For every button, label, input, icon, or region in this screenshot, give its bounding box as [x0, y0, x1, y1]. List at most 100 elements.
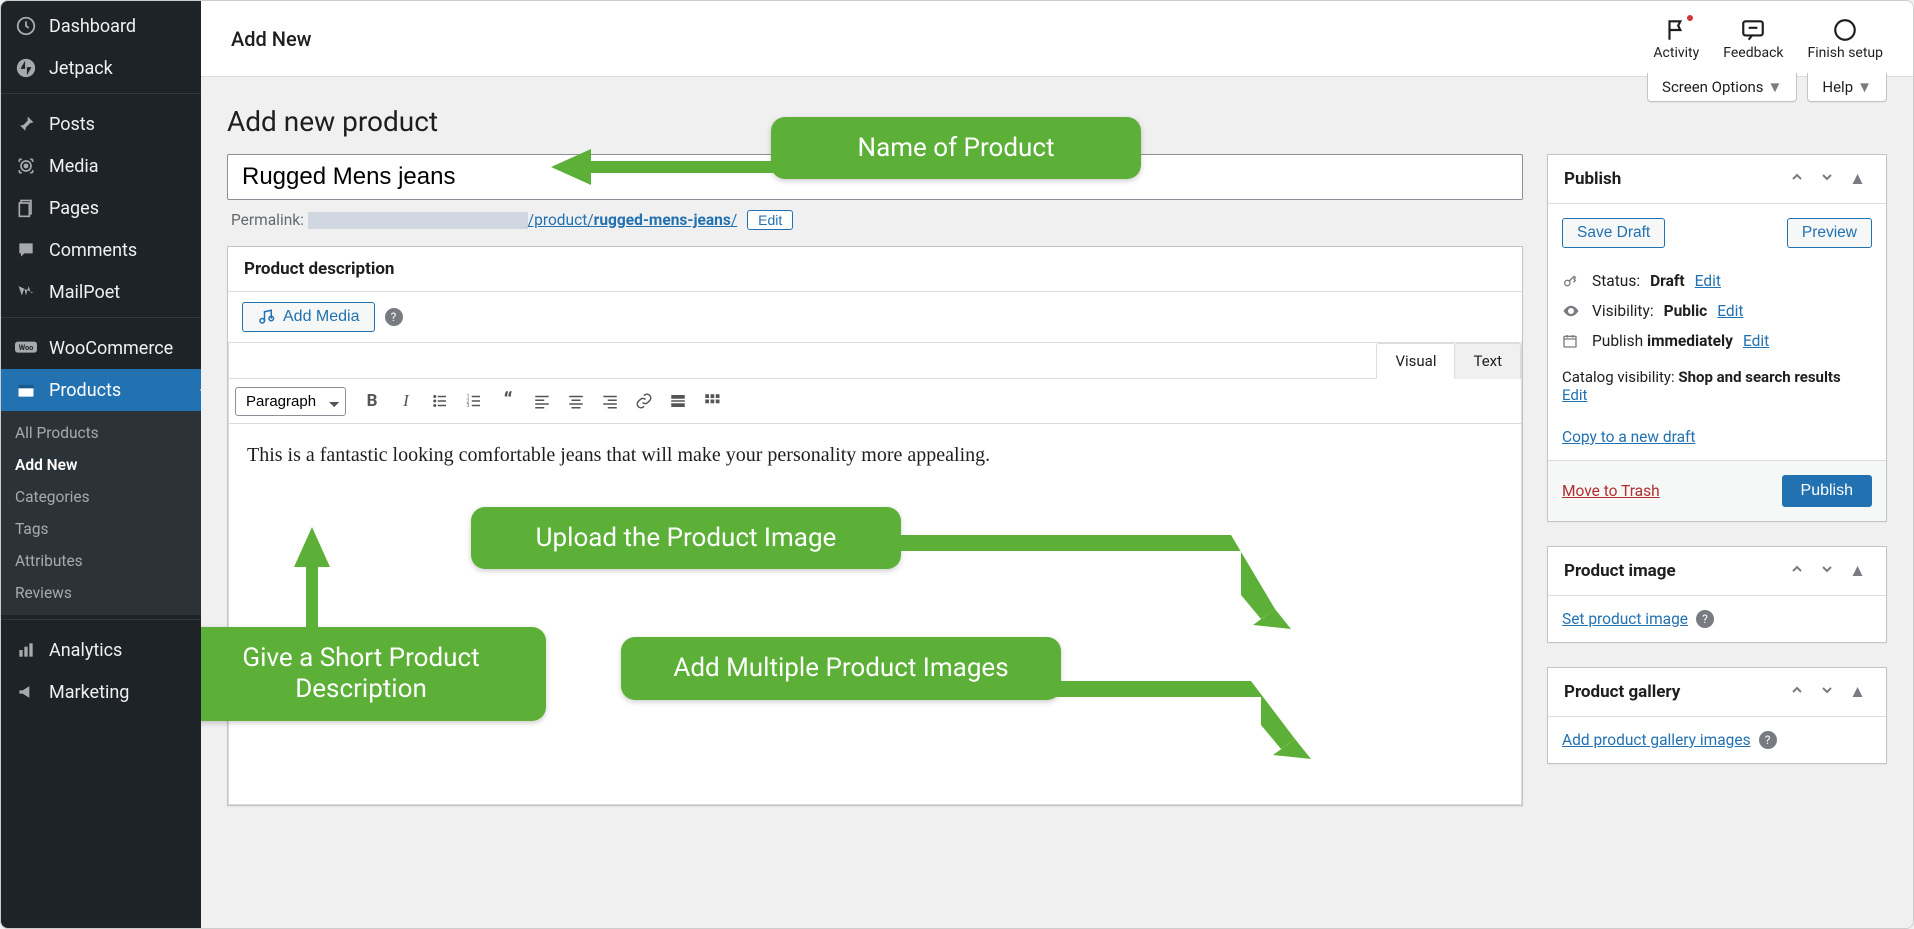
topbar-action-label: Activity [1653, 45, 1699, 61]
align-left-button[interactable] [526, 385, 558, 417]
flag-icon [1663, 17, 1689, 43]
sidebar-item-analytics[interactable]: Analytics [1, 629, 201, 671]
bullet-list-button[interactable] [424, 385, 456, 417]
chevron-up-icon[interactable] [1785, 167, 1809, 191]
paragraph-select[interactable]: Paragraph [235, 387, 346, 416]
callout-name-of-product: Name of Product [771, 117, 1141, 179]
toolbar-toggle-button[interactable] [696, 385, 728, 417]
sidebar-item-label: Jetpack [49, 58, 113, 79]
product-gallery-box: Product gallery ▲ Add product gallery im… [1547, 667, 1887, 764]
collapse-icon[interactable]: ▲ [1845, 167, 1870, 191]
sidebar-sub-categories[interactable]: Categories [1, 481, 201, 513]
bold-button[interactable]: B [356, 385, 388, 417]
chat-icon [1740, 17, 1766, 43]
mailpoet-icon [15, 281, 37, 303]
align-center-button[interactable] [560, 385, 592, 417]
sidebar-item-media[interactable]: Media [1, 145, 201, 187]
align-right-button[interactable] [594, 385, 626, 417]
callout-short-description: Give a Short Product Description [201, 627, 546, 721]
topbar-finish-setup[interactable]: Finish setup [1808, 17, 1884, 61]
chevron-up-icon[interactable] [1785, 559, 1809, 583]
sidebar-sub-attributes[interactable]: Attributes [1, 545, 201, 577]
publish-button[interactable]: Publish [1782, 475, 1872, 507]
sidebar-sub-reviews[interactable]: Reviews [1, 577, 201, 609]
add-gallery-images-link[interactable]: Add product gallery images [1562, 731, 1751, 749]
sidebar-sub-all-products[interactable]: All Products [1, 417, 201, 449]
chevron-down-icon[interactable] [1815, 559, 1839, 583]
sidebar-item-label: Dashboard [49, 16, 136, 37]
svg-text:Woo: Woo [19, 343, 34, 352]
save-draft-button[interactable]: Save Draft [1562, 218, 1665, 248]
permalink-edit-button[interactable]: Edit [747, 210, 793, 230]
collapse-icon[interactable]: ▲ [1845, 559, 1870, 583]
topbar-feedback[interactable]: Feedback [1723, 17, 1783, 61]
add-media-button[interactable]: Add Media [242, 302, 375, 332]
status-edit-link[interactable]: Edit [1695, 272, 1721, 290]
editor-toolbar: Paragraph B I 123 “ [229, 379, 1521, 424]
admin-sidebar: Dashboard Jetpack Posts Media Pages Comm… [1, 1, 201, 928]
analytics-icon [15, 639, 37, 661]
help-icon[interactable]: ? [1759, 731, 1777, 749]
sidebar-submenu: All Products Add New Categories Tags Att… [1, 411, 201, 615]
screen-options-button[interactable]: Screen Options▼ [1647, 73, 1797, 102]
permalink-row: Permalink: /product/rugged-mens-jeans/ E… [227, 200, 1523, 246]
sidebar-item-marketing[interactable]: Marketing [1, 671, 201, 713]
chevron-up-icon[interactable] [1785, 680, 1809, 704]
sidebar-item-posts[interactable]: Posts [1, 103, 201, 145]
set-product-image-link[interactable]: Set product image [1562, 610, 1688, 628]
chevron-down-icon[interactable] [1815, 167, 1839, 191]
topbar-action-label: Feedback [1723, 45, 1783, 61]
link-button[interactable] [628, 385, 660, 417]
editor-tab-text[interactable]: Text [1454, 343, 1521, 379]
visibility-edit-link[interactable]: Edit [1717, 302, 1743, 320]
schedule-edit-link[interactable]: Edit [1743, 332, 1769, 350]
permalink-link[interactable]: /product/rugged-mens-jeans/ [528, 211, 738, 229]
catalog-edit-link[interactable]: Edit [1562, 386, 1587, 404]
sidebar-item-pages[interactable]: Pages [1, 187, 201, 229]
box-title: Product description [244, 259, 394, 279]
quote-button[interactable]: “ [492, 385, 524, 417]
topbar-activity[interactable]: Activity [1653, 17, 1699, 61]
circle-icon [1832, 17, 1858, 43]
product-image-box: Product image ▲ Set product image ? [1547, 546, 1887, 643]
sidebar-sub-add-new[interactable]: Add New [1, 449, 201, 481]
italic-button[interactable]: I [390, 385, 422, 417]
calendar-icon [1562, 333, 1582, 349]
help-icon[interactable]: ? [385, 308, 403, 326]
jetpack-icon [15, 57, 37, 79]
editor-tab-visual[interactable]: Visual [1376, 343, 1454, 379]
sidebar-item-woocommerce[interactable]: Woo WooCommerce [1, 327, 201, 369]
collapse-icon[interactable]: ▲ [1845, 680, 1870, 704]
callout-upload-image: Upload the Product Image [471, 507, 901, 569]
copy-draft-link[interactable]: Copy to a new draft [1562, 428, 1695, 446]
svg-text:3: 3 [467, 403, 470, 409]
sidebar-item-jetpack[interactable]: Jetpack [1, 47, 201, 89]
numbered-list-button[interactable]: 123 [458, 385, 490, 417]
music-icon [257, 308, 275, 326]
help-button[interactable]: Help▼ [1807, 73, 1887, 102]
sidebar-item-mailpoet[interactable]: MailPoet [1, 271, 201, 313]
sidebar-item-dashboard[interactable]: Dashboard [1, 5, 201, 47]
chevron-down-icon[interactable] [1815, 680, 1839, 704]
woocommerce-icon: Woo [15, 337, 37, 359]
sidebar-item-comments[interactable]: Comments [1, 229, 201, 271]
sidebar-item-label: Comments [49, 240, 137, 261]
help-icon[interactable]: ? [1696, 610, 1714, 628]
publish-box: Publish ▲ Save Draft Preview Status: Dra… [1547, 154, 1887, 522]
pin-icon [15, 113, 37, 135]
marketing-icon [15, 681, 37, 703]
readmore-button[interactable] [662, 385, 694, 417]
main-content: Add New Activity Feedback Finish setup [201, 1, 1913, 928]
box-title: Product gallery [1564, 682, 1680, 702]
sidebar-sub-tags[interactable]: Tags [1, 513, 201, 545]
sidebar-item-products[interactable]: Products [1, 369, 201, 411]
box-title: Product image [1564, 561, 1676, 581]
pages-icon [15, 197, 37, 219]
eye-icon [1562, 302, 1582, 320]
editor-content[interactable]: This is a fantastic looking comfortable … [229, 424, 1521, 804]
media-icon [15, 155, 37, 177]
comments-icon [15, 239, 37, 261]
sidebar-item-label: Posts [49, 114, 95, 135]
move-to-trash-link[interactable]: Move to Trash [1562, 482, 1660, 500]
preview-button[interactable]: Preview [1787, 218, 1872, 248]
